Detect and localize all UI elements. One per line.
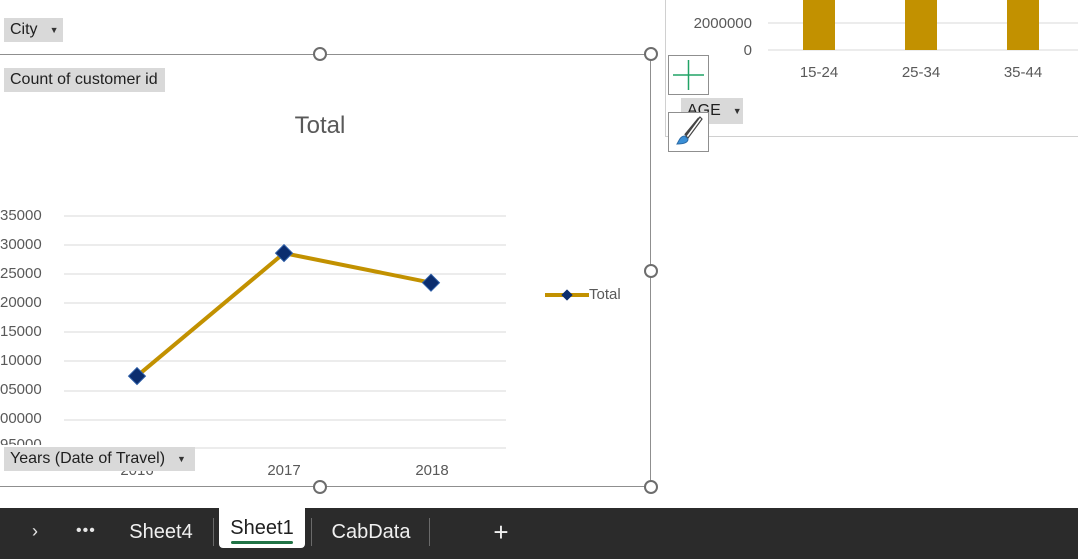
tab-sheet4[interactable]: Sheet4 xyxy=(114,508,208,559)
resize-handle-top-right[interactable] xyxy=(644,47,658,61)
tab-separator xyxy=(311,518,312,546)
right-chart-border xyxy=(665,0,666,137)
axis-field-button[interactable]: Years (Date of Travel) ▼ xyxy=(4,447,195,471)
resize-handle-right[interactable] xyxy=(644,264,658,278)
sheet-tab-bar: › ••• Sheet4 Sheet1 CabData + xyxy=(0,508,1078,559)
chart-title: Total xyxy=(294,112,346,139)
y-tick: 15000 xyxy=(0,323,42,340)
chevron-right-icon[interactable]: › xyxy=(32,521,38,542)
paintbrush-icon xyxy=(676,116,703,145)
line-chart-plot xyxy=(64,215,506,449)
value-field-label: Count of customer id xyxy=(10,71,158,88)
right-y-tick: 2000000 xyxy=(693,15,752,32)
y-tick: 20000 xyxy=(0,294,42,311)
right-x-tick: 25-34 xyxy=(901,64,941,81)
x-tick: 2017 xyxy=(267,462,301,479)
right-bar[interactable] xyxy=(803,0,835,50)
y-tick: 10000 xyxy=(0,352,42,369)
chart-elements-button[interactable] xyxy=(668,55,709,95)
chart-legend: Total xyxy=(545,286,621,303)
city-filter-button[interactable]: City ▼ xyxy=(4,18,63,42)
right-chart-bottom-border xyxy=(665,136,1078,137)
y-tick: 30000 xyxy=(0,236,42,253)
legend-label: Total xyxy=(589,286,621,303)
legend-line-marker-icon xyxy=(545,289,589,301)
x-tick: 2018 xyxy=(415,462,449,479)
data-point-marker[interactable] xyxy=(421,273,441,292)
active-tab-underline xyxy=(231,541,293,544)
tab-sheet1[interactable]: Sheet1 xyxy=(219,508,305,548)
resize-handle-bottom[interactable] xyxy=(313,480,327,494)
tab-label: CabData xyxy=(331,521,411,543)
right-x-tick: 35-44 xyxy=(1003,64,1043,81)
right-bar[interactable] xyxy=(905,0,937,50)
plus-icon: + xyxy=(493,517,509,547)
value-field-button[interactable]: Count of customer id xyxy=(4,68,165,92)
y-tick: 00000 xyxy=(0,410,42,427)
y-tick: 05000 xyxy=(0,381,42,398)
right-x-tick: 15-24 xyxy=(799,64,839,81)
resize-handle-bottom-right[interactable] xyxy=(644,480,658,494)
tab-cabdata[interactable]: CabData xyxy=(316,508,426,559)
dropdown-arrow-icon: ▼ xyxy=(177,454,186,464)
right-y-tick: 4000000 xyxy=(672,0,752,3)
y-tick: 35000 xyxy=(0,207,42,224)
resize-handle-top[interactable] xyxy=(313,47,327,61)
y-tick: 25000 xyxy=(0,265,42,282)
tab-separator xyxy=(429,518,430,546)
plus-icon xyxy=(673,60,704,90)
dropdown-arrow-icon: ▼ xyxy=(49,25,59,35)
tab-label: Sheet4 xyxy=(129,521,193,543)
dropdown-arrow-icon: ▼ xyxy=(732,106,742,116)
axis-field-label: Years (Date of Travel) xyxy=(10,450,166,468)
y-tick: 95000 xyxy=(0,436,42,445)
add-sheet-button[interactable]: + xyxy=(480,508,522,559)
series-line-total[interactable] xyxy=(135,250,432,378)
right-bar-chart xyxy=(768,0,1078,51)
tab-label: Sheet1 xyxy=(230,517,294,539)
ellipsis-icon[interactable]: ••• xyxy=(76,522,96,540)
tab-separator xyxy=(213,518,214,546)
city-filter-label: City xyxy=(10,21,38,39)
chart-styles-button[interactable] xyxy=(668,112,709,152)
right-bar[interactable] xyxy=(1007,0,1039,50)
